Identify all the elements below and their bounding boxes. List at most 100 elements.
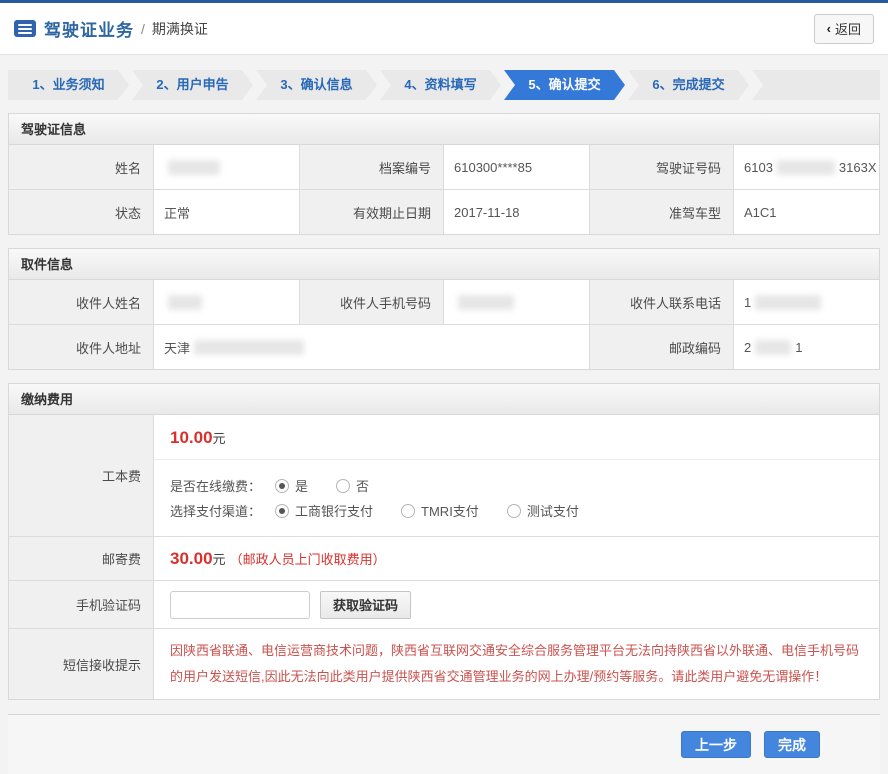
back-button-label: 返回 bbox=[835, 19, 861, 38]
name-value bbox=[154, 145, 299, 189]
pickup-info-title: 取件信息 bbox=[9, 249, 879, 280]
radio-selected-icon bbox=[275, 504, 289, 518]
online-pay-no-radio[interactable]: 否 bbox=[336, 476, 369, 495]
table-row: 收件人姓名 收件人手机号码 收件人联系电话 1 bbox=[9, 280, 879, 324]
redacted-recipient-address bbox=[194, 340, 304, 355]
vehicle-class-value: A1C1 bbox=[734, 190, 879, 234]
table-row: 状态 正常 有效期止日期 2017-11-18 准驾车型 A1C1 bbox=[9, 189, 879, 234]
pay-channel-line: 选择支付渠道： 工商银行支付 TMRI支付 测试支付 bbox=[170, 501, 879, 520]
step-4-fill-data: 4、资料填写 bbox=[380, 70, 501, 100]
work-fee-cell: 10.00元 是否在线缴费： 是 否 选择支付渠道： bbox=[154, 415, 879, 536]
license-info-panel: 驾驶证信息 姓名 档案编号 610300****85 驾驶证号码 6103316… bbox=[8, 113, 880, 235]
recipient-address-prefix: 天津 bbox=[164, 338, 190, 357]
license-info-title: 驾驶证信息 bbox=[9, 114, 879, 145]
license-no-value: 6103 3163X bbox=[734, 145, 879, 189]
redacted-recipient-mobile bbox=[458, 295, 514, 310]
channel-icbc-label: 工商银行支付 bbox=[295, 501, 373, 520]
sms-tip-text: 因陕西省联通、电信运营商技术问题，陕西省互联网交通安全综合服务管理平台无法向持陕… bbox=[154, 629, 879, 699]
channel-icbc-radio[interactable]: 工商银行支付 bbox=[275, 501, 373, 520]
breadcrumb-current: 期满换证 bbox=[152, 19, 208, 39]
work-fee-unit: 元 bbox=[213, 431, 226, 446]
online-pay-yes-radio[interactable]: 是 bbox=[275, 476, 308, 495]
sms-tip-label: 短信接收提示 bbox=[9, 629, 154, 699]
recipient-mobile-value bbox=[444, 280, 589, 324]
sms-code-input[interactable] bbox=[170, 591, 310, 619]
table-row: 收件人地址 天津 邮政编码 2 1 bbox=[9, 324, 879, 369]
radio-unselected-icon bbox=[336, 479, 350, 493]
work-fee-amount-line: 10.00元 bbox=[154, 415, 879, 459]
recipient-phone-value: 1 bbox=[734, 280, 879, 324]
back-button[interactable]: ‹ 返回 bbox=[814, 14, 874, 44]
online-pay-line: 是否在线缴费： 是 否 bbox=[170, 476, 879, 495]
pickup-info-panel: 取件信息 收件人姓名 收件人手机号码 收件人联系电话 1 收件人地址 天津 邮政… bbox=[8, 248, 880, 370]
fees-panel: 缴纳费用 工本费 10.00元 是否在线缴费： 是 否 bbox=[8, 383, 880, 700]
status-label: 状态 bbox=[9, 190, 154, 234]
postage-note: （邮政人员上门收取费用） bbox=[230, 549, 386, 568]
finish-button[interactable]: 完成 bbox=[764, 731, 820, 758]
redacted-recipient-name bbox=[168, 295, 202, 310]
channel-tmri-radio[interactable]: TMRI支付 bbox=[401, 501, 479, 520]
postage-value: 30.00元 （邮政人员上门收取费用） bbox=[154, 537, 879, 580]
radio-selected-icon bbox=[275, 479, 289, 493]
step-6-complete-submit: 6、完成提交 bbox=[628, 70, 749, 100]
postage-unit: 元 bbox=[213, 549, 226, 568]
channel-test-radio[interactable]: 测试支付 bbox=[507, 501, 579, 520]
status-value: 正常 bbox=[154, 190, 299, 234]
channel-tmri-label: TMRI支付 bbox=[421, 501, 479, 520]
redacted-license-no bbox=[777, 160, 835, 175]
table-row: 姓名 档案编号 610300****85 驾驶证号码 61033163X bbox=[9, 145, 879, 189]
step-2-user-declaration: 2、用户申告 bbox=[132, 70, 253, 100]
online-pay-label: 是否在线缴费： bbox=[170, 476, 261, 495]
recipient-phone-prefix: 1 bbox=[744, 295, 751, 310]
page-header: 驾驶证业务 / 期满换证 ‹ 返回 bbox=[0, 3, 888, 55]
postal-code-label: 邮政编码 bbox=[589, 325, 734, 369]
sms-code-row: 手机验证码 获取验证码 bbox=[9, 580, 879, 628]
redacted-name bbox=[168, 160, 220, 175]
postage-amount: 30.00 bbox=[170, 549, 213, 569]
step-wizard: 1、业务须知 2、用户申告 3、确认信息 4、资料填写 5、确认提交 6、完成提… bbox=[8, 70, 880, 100]
name-label: 姓名 bbox=[9, 145, 154, 189]
work-fee-label: 工本费 bbox=[9, 415, 154, 536]
recipient-name-label: 收件人姓名 bbox=[9, 280, 154, 324]
redacted-postal-code bbox=[755, 340, 791, 355]
step-3-confirm-info: 3、确认信息 bbox=[256, 70, 377, 100]
online-pay-yes-label: 是 bbox=[295, 476, 308, 495]
license-no-suffix: 3163X bbox=[839, 160, 877, 175]
redacted-recipient-phone bbox=[755, 295, 821, 310]
vehicle-class-label: 准驾车型 bbox=[589, 190, 734, 234]
recipient-mobile-label: 收件人手机号码 bbox=[299, 280, 444, 324]
recipient-address-label: 收件人地址 bbox=[9, 325, 154, 369]
list-icon bbox=[14, 20, 36, 37]
postal-code-prefix: 2 bbox=[744, 340, 751, 355]
fees-title: 缴纳费用 bbox=[9, 384, 879, 415]
channel-test-label: 测试支付 bbox=[527, 501, 579, 520]
recipient-name-value bbox=[154, 280, 299, 324]
step-5-confirm-submit-active: 5、确认提交 bbox=[504, 70, 625, 100]
sms-code-cell: 获取验证码 bbox=[154, 581, 879, 628]
expiry-value: 2017-11-18 bbox=[444, 190, 589, 234]
postal-code-suffix: 1 bbox=[795, 340, 802, 355]
recipient-address-value: 天津 bbox=[154, 325, 589, 369]
license-no-prefix: 6103 bbox=[744, 160, 773, 175]
sms-tip-row: 短信接收提示 因陕西省联通、电信运营商技术问题，陕西省互联网交通安全综合服务管理… bbox=[9, 628, 879, 699]
previous-step-button[interactable]: 上一步 bbox=[681, 731, 751, 758]
step-bar-filler bbox=[752, 70, 880, 100]
postage-label: 邮寄费 bbox=[9, 537, 154, 580]
recipient-phone-label: 收件人联系电话 bbox=[589, 280, 734, 324]
step-1-business-notice: 1、业务须知 bbox=[8, 70, 129, 100]
file-no-value: 610300****85 bbox=[444, 145, 589, 189]
work-fee-amount: 10.00 bbox=[170, 428, 213, 447]
radio-unselected-icon bbox=[507, 504, 521, 518]
radio-unselected-icon bbox=[401, 504, 415, 518]
page-title: 驾驶证业务 bbox=[44, 16, 134, 41]
expiry-label: 有效期止日期 bbox=[299, 190, 444, 234]
work-fee-row: 工本费 10.00元 是否在线缴费： 是 否 选择 bbox=[9, 415, 879, 536]
get-sms-code-button[interactable]: 获取验证码 bbox=[320, 591, 411, 619]
breadcrumb-separator: / bbox=[141, 21, 145, 37]
footer-action-bar: 上一步 完成 bbox=[8, 714, 880, 774]
sms-code-label: 手机验证码 bbox=[9, 581, 154, 628]
online-pay-no-label: 否 bbox=[356, 476, 369, 495]
pay-channel-label: 选择支付渠道： bbox=[170, 501, 261, 520]
license-no-label: 驾驶证号码 bbox=[589, 145, 734, 189]
payment-options-block: 是否在线缴费： 是 否 选择支付渠道： 工商银行支付 bbox=[154, 459, 879, 536]
